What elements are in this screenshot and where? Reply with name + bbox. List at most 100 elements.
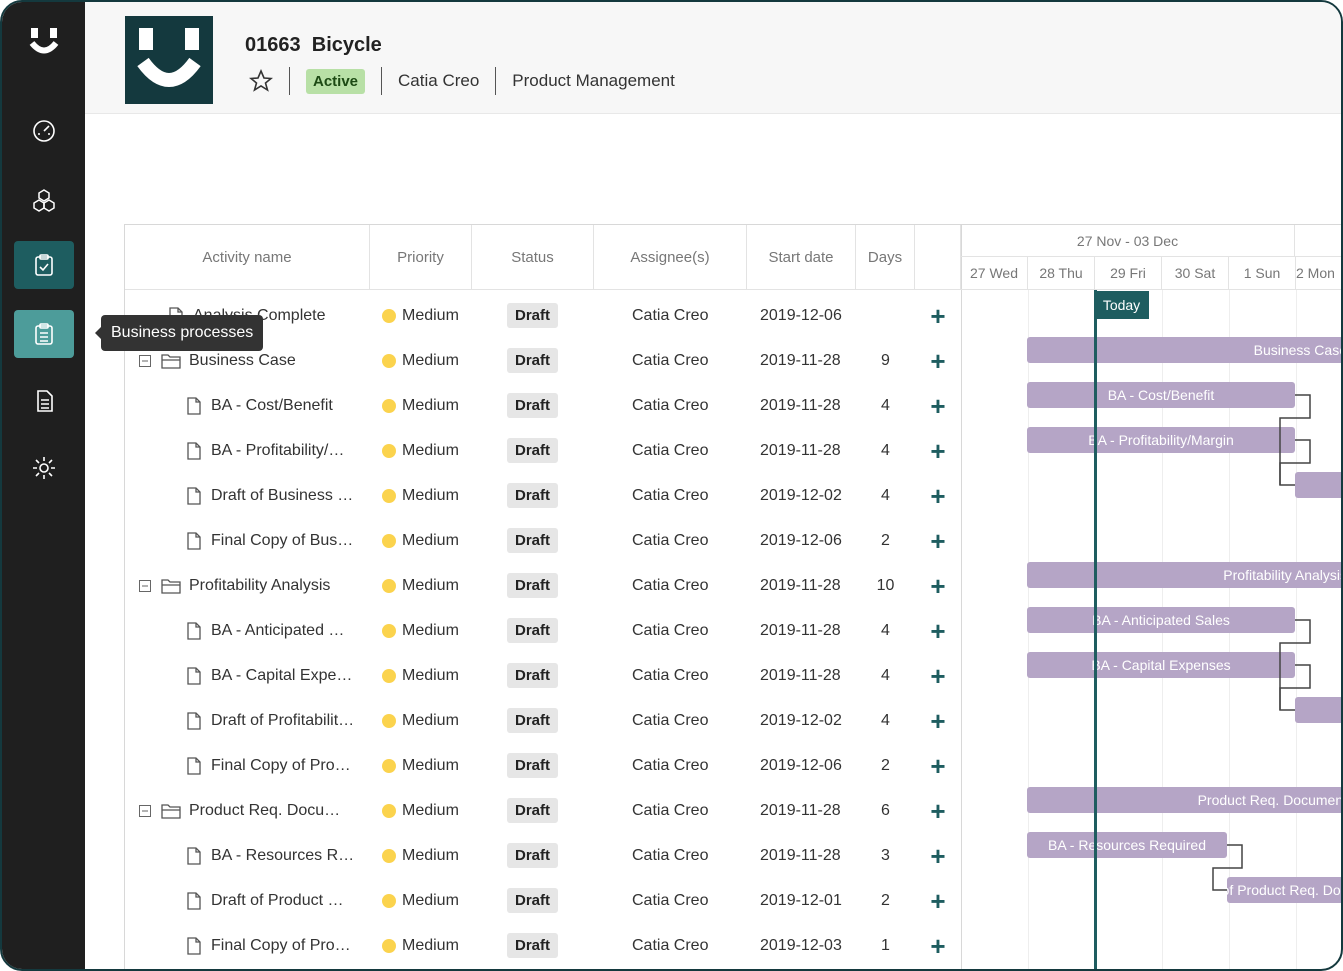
days-cell: 3 bbox=[881, 846, 890, 864]
gantt-bar[interactable]: Draft of Product Req. Document bbox=[1227, 877, 1341, 903]
gantt-bar[interactable]: Profitability Analysis bbox=[1027, 562, 1341, 588]
activity-name-cell[interactable]: BA - Cost/Benefit bbox=[186, 383, 370, 428]
document-icon bbox=[187, 441, 201, 460]
activity-name-cell[interactable]: Profitability Analysis bbox=[139, 563, 370, 608]
table-row[interactable]: BA - Anticipated … Medium Draft Catia Creo 2… bbox=[125, 608, 961, 653]
status-cell: Draft bbox=[507, 563, 559, 608]
table-row[interactable]: BA - Profitability/… Medium Draft Catia Cre… bbox=[125, 428, 961, 473]
activity-name-cell[interactable]: Draft of Business … bbox=[186, 473, 370, 518]
table-row[interactable]: Final Copy of Pro… Medium Draft Catia Creo 2… bbox=[125, 923, 961, 968]
add-subtask-button[interactable]: + bbox=[915, 743, 961, 788]
project-logo bbox=[125, 16, 213, 104]
table-row[interactable]: Product Req. Docu… Medium Draft Catia Creo 2… bbox=[125, 788, 961, 833]
star-icon[interactable] bbox=[249, 69, 273, 93]
sidebar-item-business-processes[interactable] bbox=[14, 310, 74, 358]
activity-name: BA - Anticipated … bbox=[211, 621, 345, 639]
priority-cell: Medium bbox=[382, 653, 459, 698]
start-date-cell: 2019-11-28 bbox=[760, 396, 841, 414]
status-cell: Draft bbox=[507, 608, 559, 653]
gantt-bar[interactable]: Product Req. Document bbox=[1027, 787, 1341, 813]
document-icon bbox=[187, 936, 201, 955]
add-subtask-button[interactable]: + bbox=[915, 653, 961, 698]
activity-name-cell[interactable]: Final Copy of Bus… bbox=[186, 518, 370, 563]
add-subtask-button[interactable]: + bbox=[915, 428, 961, 473]
activity-name-cell[interactable]: BA - Anticipated … bbox=[186, 608, 370, 653]
days-cell: 4 bbox=[881, 396, 890, 414]
activity-name-cell[interactable]: Product Req. Docu… bbox=[139, 788, 370, 833]
table-row[interactable]: BA - Capital Expe… Medium Draft Catia Creo 2… bbox=[125, 653, 961, 698]
add-subtask-button[interactable]: + bbox=[915, 383, 961, 428]
add-subtask-button[interactable]: + bbox=[915, 788, 961, 833]
collapse-toggle-icon[interactable] bbox=[139, 354, 151, 367]
table-row[interactable]: BA - Cost/Benefit Medium Draft Catia Creo 20… bbox=[125, 383, 961, 428]
gantt-day-header: 28 Thu bbox=[1028, 257, 1095, 290]
add-subtask-button[interactable]: + bbox=[915, 698, 961, 743]
add-subtask-button[interactable]: + bbox=[915, 878, 961, 923]
table-row[interactable]: Draft of Product … Medium Draft Catia Creo 2… bbox=[125, 878, 961, 923]
collapse-toggle-icon[interactable] bbox=[139, 804, 151, 817]
gantt-bar[interactable]: BA - Capital Expenses bbox=[1027, 652, 1295, 678]
column-header-assignees[interactable]: Assignee(s) bbox=[594, 225, 747, 290]
collapse-toggle-icon[interactable] bbox=[139, 579, 151, 592]
table-row[interactable]: BA - Resources R… Medium Draft Catia Creo 20… bbox=[125, 833, 961, 878]
priority-value: Medium bbox=[402, 351, 459, 369]
sidebar-item-products[interactable] bbox=[14, 176, 74, 224]
sidebar-item-documents[interactable] bbox=[14, 377, 74, 425]
gantt-bar[interactable]: BA - Profitability/Margin bbox=[1027, 427, 1295, 453]
add-subtask-button[interactable]: + bbox=[915, 923, 961, 968]
add-subtask-button[interactable]: + bbox=[915, 563, 961, 608]
table-row[interactable]: Draft of Profitabilit… Medium Draft Catia C… bbox=[125, 698, 961, 743]
document-icon bbox=[187, 621, 201, 640]
project-id: 01663 bbox=[245, 34, 301, 56]
gantt-bar[interactable] bbox=[1295, 697, 1341, 723]
column-header-days[interactable]: Days bbox=[856, 225, 915, 290]
days-cell bbox=[856, 293, 915, 338]
app-logo[interactable] bbox=[28, 26, 60, 56]
activity-name-cell[interactable]: BA - Profitability/… bbox=[186, 428, 370, 473]
column-header-start-date[interactable]: Start date bbox=[747, 225, 856, 290]
priority-value: Medium bbox=[402, 306, 459, 324]
activity-name-cell[interactable]: Draft of Product … bbox=[186, 878, 370, 923]
activity-name-cell[interactable]: Draft of Profitabilit… bbox=[186, 698, 370, 743]
gantt-bar[interactable]: BA - Resources Required bbox=[1027, 832, 1227, 858]
activity-name-cell[interactable]: Final Copy of Pro… bbox=[186, 743, 370, 788]
table-row[interactable]: Profitability Analysis Medium Draft Catia C… bbox=[125, 563, 961, 608]
add-subtask-button[interactable]: + bbox=[915, 338, 961, 383]
assignee-cell: Catia Creo bbox=[632, 801, 709, 819]
sidebar-item-dashboard[interactable] bbox=[14, 106, 74, 154]
priority-cell: Medium bbox=[382, 383, 459, 428]
gantt-bar[interactable] bbox=[1295, 472, 1341, 498]
column-header-priority[interactable]: Priority bbox=[370, 225, 472, 290]
gantt-bar[interactable]: Business Case bbox=[1027, 337, 1341, 363]
activity-name-cell[interactable]: Final Copy of Pro… bbox=[186, 923, 370, 968]
add-subtask-button[interactable]: + bbox=[915, 473, 961, 518]
gantt-bar[interactable]: BA - Anticipated Sales bbox=[1027, 607, 1295, 633]
sidebar-item-settings[interactable] bbox=[14, 444, 74, 492]
status-badge: Draft bbox=[507, 618, 559, 643]
table-row[interactable]: Draft of Business … Medium Draft Catia Creo… bbox=[125, 473, 961, 518]
sidebar-item-tasks[interactable] bbox=[14, 241, 74, 289]
speedometer-icon bbox=[33, 120, 55, 142]
assignee-cell: Catia Creo bbox=[632, 846, 709, 864]
gantt-bar[interactable]: BA - Cost/Benefit bbox=[1027, 382, 1295, 408]
add-subtask-button[interactable]: + bbox=[915, 833, 961, 878]
column-header-activity-name[interactable]: Activity name bbox=[125, 225, 370, 290]
table-row[interactable]: Final Copy of Bus… Medium Draft Catia Creo 2… bbox=[125, 518, 961, 563]
cubes-icon bbox=[33, 189, 55, 212]
activity-name-cell[interactable]: BA - Capital Expe… bbox=[186, 653, 370, 698]
table-row[interactable]: Final Copy of Pro… Medium Draft Catia Creo 2… bbox=[125, 743, 961, 788]
column-header-status[interactable]: Status bbox=[472, 225, 594, 290]
add-subtask-button[interactable]: + bbox=[915, 518, 961, 563]
gantt-week-label-next bbox=[1295, 225, 1341, 257]
days-cell: 6 bbox=[881, 801, 890, 819]
plus-icon: + bbox=[930, 345, 946, 376]
activity-name-cell[interactable]: BA - Resources R… bbox=[186, 833, 370, 878]
assignee-cell: Catia Creo bbox=[632, 711, 709, 729]
status-cell: Draft bbox=[507, 923, 559, 968]
folder-open-icon bbox=[161, 353, 181, 369]
status-badge: Draft bbox=[507, 303, 559, 328]
status-cell: Draft bbox=[507, 518, 559, 563]
gantt-divider bbox=[961, 225, 962, 969]
add-subtask-button[interactable]: + bbox=[915, 608, 961, 653]
add-subtask-button[interactable]: + bbox=[915, 293, 961, 338]
